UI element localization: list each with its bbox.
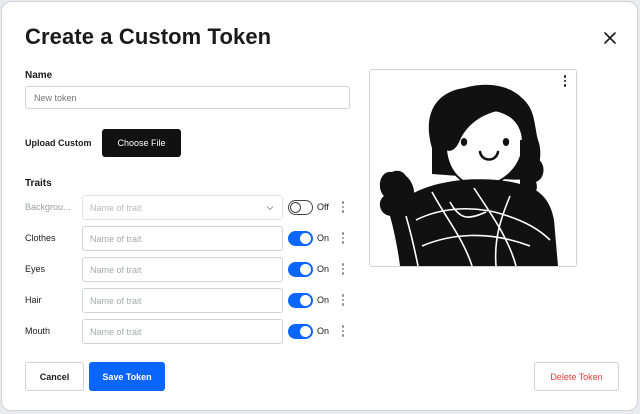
- token-illustration: [379, 84, 558, 266]
- close-icon[interactable]: [602, 30, 618, 46]
- trait-input[interactable]: Name of trait: [82, 257, 283, 282]
- trait-name: Eyes: [25, 264, 46, 274]
- trait-input[interactable]: Name of trait: [82, 226, 283, 251]
- trait-row-mouth: Mouth Name of trait On: [2, 319, 362, 345]
- delete-token-button[interactable]: Delete Token: [534, 362, 619, 391]
- more-vertical-icon[interactable]: [563, 75, 567, 89]
- chevron-down-icon: [266, 206, 274, 211]
- trait-toggle[interactable]: [288, 231, 313, 246]
- modal-title: Create a Custom Token: [25, 24, 272, 49]
- traits-label: Traits: [25, 178, 52, 189]
- trait-input[interactable]: Name of trait: [82, 288, 283, 313]
- name-input[interactable]: [25, 86, 350, 109]
- upload-custom-label: Upload Custom: [25, 138, 92, 148]
- trait-placeholder: Name of trait: [90, 326, 142, 337]
- trait-toggle[interactable]: [288, 200, 313, 215]
- more-vertical-icon[interactable]: [341, 232, 345, 246]
- more-vertical-icon[interactable]: [341, 263, 345, 277]
- trait-toggle[interactable]: [288, 293, 313, 308]
- cancel-button[interactable]: Cancel: [25, 362, 84, 391]
- more-vertical-icon[interactable]: [341, 294, 345, 308]
- toggle-state-label: On: [317, 233, 330, 243]
- trait-placeholder: Name of trait: [90, 202, 142, 213]
- trait-placeholder: Name of trait: [90, 295, 142, 306]
- trait-row-hair: Hair Name of trait On: [2, 288, 362, 314]
- choose-file-button[interactable]: Choose File: [102, 129, 181, 157]
- more-vertical-icon[interactable]: [341, 201, 345, 215]
- toggle-state-label: On: [317, 264, 330, 274]
- token-preview: [369, 69, 577, 267]
- trait-input[interactable]: Name of trait: [82, 319, 283, 344]
- create-token-modal: Create a Custom Token Name Upload Custom…: [1, 1, 638, 411]
- trait-name: Hair: [25, 295, 42, 305]
- trait-row-eyes: Eyes Name of trait On: [2, 257, 362, 283]
- save-token-button[interactable]: Save Token: [89, 362, 165, 391]
- name-label: Name: [25, 70, 53, 81]
- trait-name: Mouth: [25, 326, 51, 336]
- trait-row-background: Backgrou... Name of trait Off: [2, 195, 362, 221]
- trait-name: Clothes: [25, 233, 56, 243]
- toggle-state-label: On: [317, 295, 330, 305]
- trait-toggle[interactable]: [288, 262, 313, 277]
- trait-select[interactable]: Name of trait: [82, 195, 283, 220]
- trait-toggle[interactable]: [288, 324, 313, 339]
- trait-name: Backgrou...: [25, 202, 71, 212]
- trait-placeholder: Name of trait: [90, 233, 142, 244]
- toggle-state-label: On: [317, 326, 330, 336]
- toggle-state-label: Off: [317, 202, 329, 212]
- trait-row-clothes: Clothes Name of trait On: [2, 226, 362, 252]
- trait-placeholder: Name of trait: [90, 264, 142, 275]
- more-vertical-icon[interactable]: [341, 325, 345, 339]
